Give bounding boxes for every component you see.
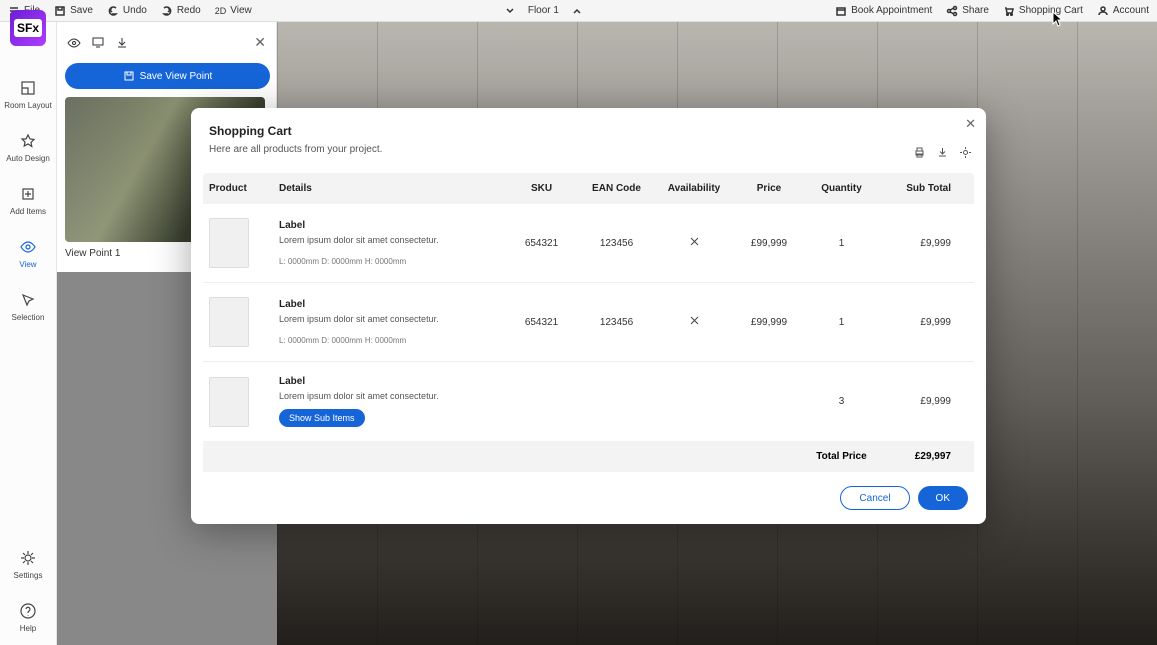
product-availability (654, 236, 734, 250)
modal-subtitle: Here are all products from your project. (191, 144, 986, 155)
cart-label: Shopping Cart (1019, 5, 1083, 16)
product-price: £99,999 (734, 238, 804, 249)
product-subtotal: £9,999 (879, 317, 959, 328)
product-ean: 123456 (579, 238, 654, 249)
product-sku: 654321 (504, 317, 579, 328)
book-appointment-button[interactable]: Book Appointment (835, 5, 932, 17)
product-quantity: 3 (804, 396, 879, 407)
share-icon (946, 5, 958, 17)
unavailable-icon (689, 236, 700, 247)
product-sku: 654321 (504, 238, 579, 249)
top-toolbar: File Save Undo Redo 2D View Floor 1 Book… (0, 0, 1157, 22)
col-details: Details (279, 183, 504, 194)
modal-close-button[interactable]: ✕ (965, 116, 976, 132)
col-quantity: Quantity (804, 183, 879, 194)
total-row: Total Price £29,997 (203, 441, 974, 472)
cart-row: Label Lorem ipsum dolor sit amet consect… (203, 204, 974, 283)
modal-overlay: ✕ Shopping Cart Here are all products fr… (0, 22, 1157, 645)
view-toggle[interactable]: 2D View (215, 5, 252, 16)
print-icon[interactable] (913, 146, 926, 159)
chevron-down-icon (504, 5, 516, 17)
shopping-cart-button[interactable]: Shopping Cart (1003, 5, 1083, 17)
product-availability (654, 315, 734, 329)
floor-label: Floor 1 (528, 5, 559, 16)
product-image (209, 297, 249, 347)
undo-label: Undo (123, 5, 147, 16)
product-price: £99,999 (734, 317, 804, 328)
account-button[interactable]: Account (1097, 5, 1149, 17)
cart-icon (1003, 5, 1015, 17)
product-desc: Lorem ipsum dolor sit amet consectetur. (279, 391, 504, 401)
save-icon (54, 5, 66, 17)
calendar-icon (835, 5, 847, 17)
ok-button[interactable]: OK (918, 486, 968, 510)
modal-title: Shopping Cart (209, 124, 292, 138)
product-subtotal: £9,999 (879, 396, 959, 407)
share-label: Share (962, 5, 989, 16)
download-icon[interactable] (936, 146, 949, 159)
product-desc: Lorem ipsum dolor sit amet consectetur. (279, 314, 504, 324)
col-price: Price (734, 183, 804, 194)
book-label: Book Appointment (851, 5, 932, 16)
product-label: Label (279, 220, 504, 231)
account-label: Account (1113, 5, 1149, 16)
share-button[interactable]: Share (946, 5, 989, 17)
total-value: £29,997 (879, 451, 959, 462)
user-icon (1097, 5, 1109, 17)
col-availability: Availability (654, 183, 734, 194)
product-quantity: 1 (804, 238, 879, 249)
undo-button[interactable]: Undo (107, 5, 147, 17)
cart-row: Label Lorem ipsum dolor sit amet consect… (203, 283, 974, 362)
gear-icon[interactable] (959, 146, 972, 159)
product-image (209, 218, 249, 268)
cart-table-header: Product Details SKU EAN Code Availabilit… (203, 173, 974, 204)
floor-selector[interactable]: Floor 1 (504, 5, 583, 17)
product-ean: 123456 (579, 317, 654, 328)
save-label: Save (70, 5, 93, 16)
product-subtotal: £9,999 (879, 238, 959, 249)
view-2d-icon: 2D (215, 6, 227, 16)
undo-icon (107, 5, 119, 17)
product-dims: L: 0000mm D: 0000mm H: 0000mm (279, 257, 504, 266)
col-product: Product (209, 183, 279, 194)
shopping-cart-modal: ✕ Shopping Cart Here are all products fr… (191, 108, 986, 524)
col-ean: EAN Code (579, 183, 654, 194)
chevron-up-icon (571, 5, 583, 17)
product-label: Label (279, 376, 504, 387)
product-dims: L: 0000mm D: 0000mm H: 0000mm (279, 336, 504, 345)
col-sku: SKU (504, 183, 579, 194)
redo-button[interactable]: Redo (161, 5, 201, 17)
cancel-button[interactable]: Cancel (840, 486, 909, 510)
save-button[interactable]: Save (54, 5, 93, 17)
redo-label: Redo (177, 5, 201, 16)
mouse-cursor (1052, 11, 1064, 27)
unavailable-icon (689, 315, 700, 326)
product-label: Label (279, 299, 504, 310)
product-image (209, 377, 249, 427)
cart-row: Label Lorem ipsum dolor sit amet consect… (203, 362, 974, 441)
col-subtotal: Sub Total (879, 183, 959, 194)
view-label: View (230, 5, 252, 16)
product-quantity: 1 (804, 317, 879, 328)
show-sub-items-button[interactable]: Show Sub Items (279, 409, 365, 427)
total-label: Total Price (804, 451, 879, 462)
redo-icon (161, 5, 173, 17)
product-desc: Lorem ipsum dolor sit amet consectetur. (279, 235, 504, 245)
